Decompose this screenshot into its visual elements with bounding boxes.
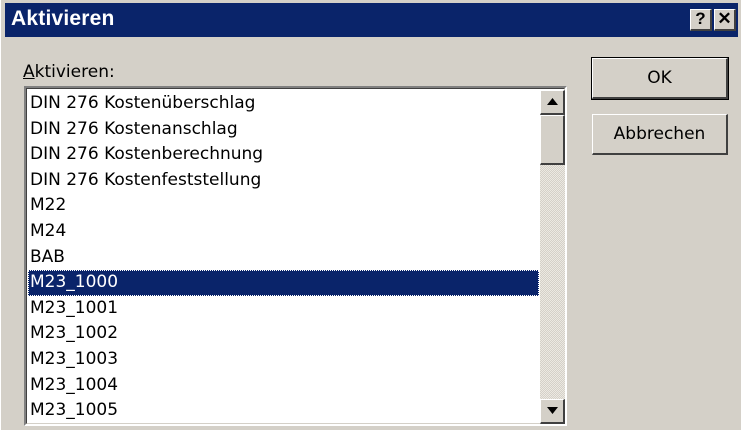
list-item[interactable]: M22 xyxy=(28,193,539,219)
list-label-accesskey: A xyxy=(23,62,35,82)
arrow-up-icon xyxy=(547,98,558,105)
list-item[interactable]: M23_1003 xyxy=(28,347,539,373)
list-item[interactable]: BAB xyxy=(28,245,539,271)
list-item[interactable]: M23_1002 xyxy=(28,321,539,347)
window-title: Aktivieren xyxy=(11,7,115,30)
list-item[interactable]: M23_1001 xyxy=(28,296,539,322)
close-button[interactable]: ✕ xyxy=(714,9,736,31)
list-item[interactable]: DIN 276 Kostenfeststellung xyxy=(28,168,539,194)
ok-button[interactable]: OK xyxy=(591,57,729,100)
listbox-items: DIN 276 Kostenüberschlag DIN 276 Kostenan… xyxy=(28,91,539,424)
list-item[interactable]: M23_1000 xyxy=(28,270,539,296)
close-icon: ✕ xyxy=(717,9,732,28)
scroll-down-button[interactable] xyxy=(540,399,565,424)
vertical-scrollbar[interactable] xyxy=(540,90,565,424)
list-item[interactable]: M23_1004 xyxy=(28,373,539,399)
activate-dialog: Aktivieren ? ✕ Aktivieren: DIN 276 Koste… xyxy=(0,0,741,430)
list-label-rest: ktivieren: xyxy=(34,62,115,82)
cancel-button[interactable]: Abbrechen xyxy=(592,114,728,155)
list-label: Aktivieren: xyxy=(23,62,115,82)
list-item[interactable]: M23_1005 xyxy=(28,398,539,424)
scroll-thumb[interactable] xyxy=(540,115,565,165)
list-item[interactable]: M24 xyxy=(28,219,539,245)
list-item[interactable]: DIN 276 Kostenberechnung xyxy=(28,142,539,168)
help-button[interactable]: ? xyxy=(690,9,712,31)
help-icon: ? xyxy=(695,9,706,28)
arrow-down-icon xyxy=(547,407,558,414)
list-item[interactable]: DIN 276 Kostenüberschlag xyxy=(28,91,539,117)
list-item[interactable]: DIN 276 Kostenanschlag xyxy=(28,117,539,143)
title-bar[interactable]: Aktivieren ? ✕ xyxy=(5,3,738,37)
listbox-frame: DIN 276 Kostenüberschlag DIN 276 Kostenan… xyxy=(26,88,565,424)
scroll-up-button[interactable] xyxy=(540,90,565,115)
activate-listbox[interactable]: DIN 276 Kostenüberschlag DIN 276 Kostenan… xyxy=(24,86,567,426)
